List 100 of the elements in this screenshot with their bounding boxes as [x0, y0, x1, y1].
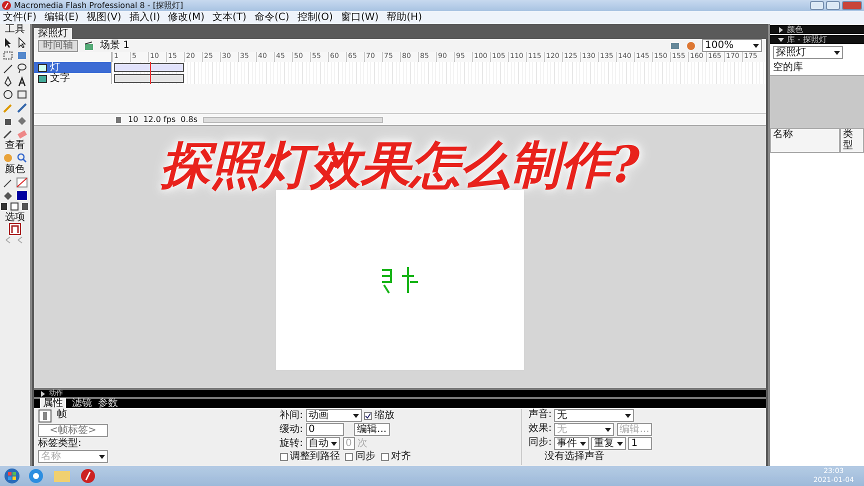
collapsed-triangle-icon — [778, 26, 784, 32]
caret-icon[interactable] — [625, 412, 632, 418]
library-panel-header[interactable]: 库 - 探照灯 — [770, 35, 864, 44]
column-header[interactable]: 类型 — [840, 128, 864, 152]
zoom-dropdown[interactable]: 100% — [702, 39, 762, 52]
menu-item[interactable]: 插入(I) — [129, 12, 160, 24]
paint-bucket-icon[interactable] — [16, 114, 28, 126]
tween-span — [114, 74, 184, 83]
no-color-swatch-icon[interactable] — [16, 176, 28, 188]
elapsed-time-text: 0.8s — [180, 114, 198, 124]
text-tool-icon[interactable] — [16, 76, 28, 86]
toolbox-section-title: 颜色 — [5, 164, 25, 176]
zoom-icon[interactable] — [16, 152, 28, 163]
option-checkbox[interactable]: 调整到路径 — [280, 451, 340, 462]
library-dropdown[interactable]: 探照灯 — [773, 46, 843, 59]
arrow-icon[interactable] — [2, 36, 14, 48]
caret-icon[interactable] — [616, 440, 623, 446]
caret-icon[interactable] — [580, 440, 586, 446]
column-header[interactable]: 名称 — [770, 128, 840, 152]
caret-icon[interactable] — [99, 454, 105, 460]
fill-swatch-icon[interactable] — [16, 190, 28, 200]
caret-icon[interactable] — [753, 42, 759, 48]
frame-icon — [38, 409, 52, 423]
document-tab[interactable]: 探照灯 — [34, 28, 72, 39]
line-icon[interactable] — [2, 62, 14, 74]
ease-label: 缓动: — [280, 424, 304, 435]
rectangle-icon[interactable] — [16, 88, 28, 100]
brush-icon[interactable] — [16, 102, 28, 112]
properties-tab[interactable]: 属性 — [40, 398, 66, 410]
empty-box-icon — [380, 452, 389, 460]
start-button-icon[interactable] — [4, 468, 20, 484]
layer-row[interactable]: 灯 — [34, 62, 112, 73]
marquee-icon[interactable] — [2, 50, 14, 60]
rotate-label: 旋转: — [280, 438, 304, 449]
expanded-triangle-icon — [778, 36, 784, 42]
frame-label-field[interactable]: <帧标签> — [38, 424, 108, 437]
frame-rate-text: 12.0 fps — [143, 114, 176, 124]
sound-dropdown[interactable]: 无 — [554, 409, 634, 422]
menu-item[interactable]: 命令(C) — [254, 12, 290, 24]
sound-label: 声音: — [528, 409, 552, 422]
tween-label: 补间: — [280, 410, 304, 421]
ease-field[interactable]: 0 — [306, 423, 344, 436]
restore-button[interactable] — [826, 1, 840, 10]
caret-icon[interactable] — [605, 426, 612, 432]
oval-icon[interactable] — [2, 88, 14, 100]
menu-item[interactable]: 窗口(W) — [340, 12, 379, 24]
tween-span — [114, 63, 184, 72]
caret-icon[interactable] — [352, 412, 359, 418]
menu-item[interactable]: 修改(M) — [168, 12, 205, 24]
frame-type-label: 帧 — [57, 409, 67, 422]
repeat-count-field[interactable]: 1 — [628, 437, 652, 450]
empty-box-icon — [345, 452, 354, 460]
collapsed-triangle-icon — [40, 390, 46, 396]
fill-color-icon[interactable] — [2, 190, 14, 200]
sync-label: 同步: — [528, 437, 552, 450]
menu-item[interactable]: 视图(V) — [86, 12, 122, 24]
checked-box-icon — [364, 412, 372, 420]
menu-item[interactable]: 文本(T) — [212, 12, 246, 24]
timeline-scrollbar[interactable] — [202, 116, 382, 122]
minimize-button[interactable] — [810, 1, 824, 10]
edit-button[interactable]: 编辑... — [354, 423, 390, 436]
caret-icon[interactable] — [834, 50, 840, 56]
menu-item[interactable]: 控制(O) — [297, 12, 333, 24]
stroke-color-icon[interactable] — [2, 176, 14, 188]
color-swap-icons[interactable] — [0, 202, 30, 212]
label-type-label: 标签类型: — [38, 438, 82, 449]
scale-checkbox[interactable]: 缩放 — [364, 410, 395, 421]
arrow-icon[interactable] — [16, 36, 28, 48]
sync-dropdown[interactable]: 事件 — [554, 437, 589, 450]
option-checkbox[interactable]: 对齐 — [380, 451, 412, 462]
video-caption: 探照灯效果怎么制作? — [160, 136, 640, 194]
delete-layer-icon[interactable] — [114, 115, 123, 124]
current-frame-text: 10 — [128, 114, 138, 124]
rotate-unit-text: 次 — [357, 438, 368, 449]
browser-taskbar-icon[interactable] — [26, 468, 46, 484]
snap-magnet-icon[interactable] — [9, 223, 21, 235]
caret-icon[interactable] — [331, 440, 338, 446]
toolbox-title: 工具 — [5, 24, 25, 36]
properties-tab[interactable]: 参数 — [98, 398, 118, 410]
tween-dropdown[interactable]: 动画 — [306, 409, 362, 422]
toolbox-section-title: 查看 — [5, 140, 25, 151]
pen-icon[interactable] — [2, 76, 14, 86]
lasso-icon[interactable] — [16, 62, 28, 74]
no-sound-text: 没有选择声音 — [543, 451, 604, 462]
app-logo-icon — [2, 1, 11, 10]
menu-item[interactable]: 帮助(H) — [386, 12, 422, 24]
timeline-button[interactable]: 时间轴 — [38, 40, 78, 52]
rotate-dropdown[interactable]: 自动 — [306, 437, 340, 450]
flash-app-taskbar-icon[interactable] — [78, 468, 98, 484]
properties-tab[interactable]: 滤镜 — [72, 398, 92, 410]
toolbox-section-title: 选项 — [5, 212, 25, 223]
color-panel-header[interactable]: 颜色 — [770, 25, 864, 34]
empty-box-icon — [280, 452, 288, 460]
option-checkbox[interactable]: 同步 — [345, 451, 376, 462]
menu-item[interactable]: 文件(F) — [3, 12, 37, 24]
glyph-fragments-drawing — [380, 265, 420, 295]
menu-item[interactable]: 编辑(E) — [44, 12, 79, 24]
repeat-dropdown[interactable]: 重复 — [591, 437, 626, 450]
scene-name: 场景 1 — [100, 40, 130, 52]
eyedropper-icon[interactable] — [2, 128, 14, 138]
